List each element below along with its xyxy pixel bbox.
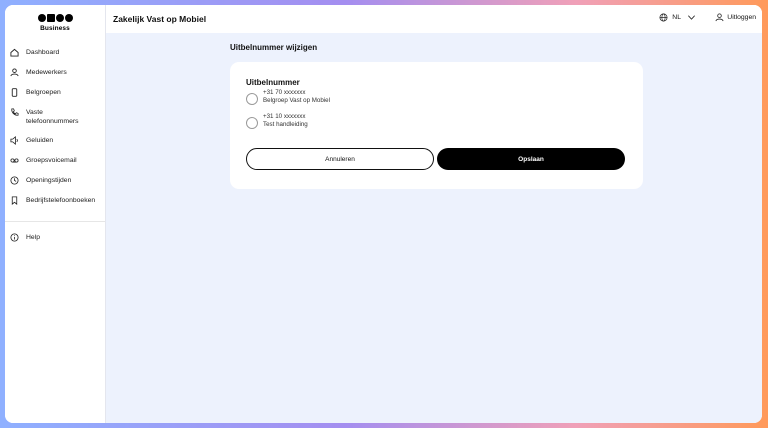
language-selector[interactable]: NL	[659, 13, 696, 22]
radio-button[interactable]	[246, 93, 258, 105]
card-title: Uitbelnummer	[246, 78, 300, 87]
sidebar-item-label: Medewerkers	[26, 69, 67, 76]
sidebar-item-groepsvoicemail[interactable]: Groepsvoicemail	[5, 155, 105, 175]
sidebar: Business Dashboard Medewerkers Belgroepe…	[5, 5, 106, 423]
sidebar-nav: Dashboard Medewerkers Belgroepen Vaste t…	[5, 47, 105, 252]
sidebar-item-help[interactable]: Help	[5, 232, 105, 252]
info-icon	[9, 232, 20, 243]
logo-subtitle: Business	[40, 25, 70, 32]
outbound-option-1[interactable]: +31 70 xxxxxxx Belgroep Vast op Mobiel	[246, 89, 330, 105]
sidebar-item-label: Groepsvoicemail	[26, 157, 77, 164]
app-window: Business Dashboard Medewerkers Belgroepe…	[5, 5, 762, 423]
clock-icon	[9, 175, 20, 186]
outbound-number-card: Uitbelnummer +31 70 xxxxxxx Belgroep Vas…	[230, 62, 643, 189]
sidebar-item-label: Dashboard	[26, 49, 60, 56]
save-button[interactable]: Opslaan	[437, 148, 625, 170]
bookmark-icon	[9, 195, 20, 206]
phone-device-icon	[9, 87, 20, 98]
main-content: Uitbelnummer wijzigen Uitbelnummer +31 7…	[106, 33, 762, 423]
page-title: Uitbelnummer wijzigen	[230, 43, 318, 52]
logo: Business	[35, 13, 75, 32]
globe-icon	[659, 13, 668, 22]
app-title: Zakelijk Vast op Mobiel	[113, 14, 207, 24]
logout-user-icon	[715, 13, 727, 22]
home-icon	[9, 47, 20, 58]
sidebar-item-medewerkers[interactable]: Medewerkers	[5, 67, 105, 87]
option-number: +31 70 xxxxxxx	[263, 89, 306, 96]
sidebar-item-vaste-telefoonnummers[interactable]: Vaste telefoonnummers	[5, 107, 105, 135]
sidebar-item-dashboard[interactable]: Dashboard	[5, 47, 105, 67]
sidebar-item-label: Vaste telefoonnummers	[26, 109, 79, 125]
sidebar-item-belgroepen[interactable]: Belgroepen	[5, 87, 105, 107]
odido-logo-mark	[35, 14, 75, 23]
user-icon	[9, 67, 20, 78]
sidebar-item-label: Help	[26, 234, 40, 241]
radio-button[interactable]	[246, 117, 258, 129]
sidebar-item-label: Belgroepen	[26, 89, 61, 96]
speaker-icon	[9, 135, 20, 146]
sidebar-item-geluiden[interactable]: Geluiden	[5, 135, 105, 155]
sidebar-item-openingstijden[interactable]: Openingstijden	[5, 175, 105, 195]
language-code: NL	[672, 14, 681, 21]
logout-label: Uitloggen	[727, 14, 756, 21]
sidebar-item-label: Geluiden	[26, 137, 54, 144]
cancel-button[interactable]: Annuleren	[246, 148, 434, 170]
phone-icon	[9, 107, 20, 118]
chevron-down-icon	[687, 13, 696, 22]
sidebar-item-bedrijfstelefoonboeken[interactable]: Bedrijfstelefoonboeken	[5, 195, 105, 215]
top-bar: Zakelijk Vast op Mobiel NL Uitloggen	[106, 5, 762, 33]
logout-button[interactable]: Uitloggen	[715, 13, 756, 22]
sidebar-divider	[5, 221, 105, 222]
option-description: Test handleiding	[263, 121, 308, 128]
voicemail-icon	[9, 155, 20, 166]
option-number: +31 10 xxxxxxx	[263, 113, 306, 120]
outbound-option-2[interactable]: +31 10 xxxxxxx Test handleiding	[246, 113, 308, 129]
sidebar-item-label: Bedrijfstelefoonboeken	[26, 197, 96, 204]
sidebar-item-label: Openingstijden	[26, 177, 72, 184]
option-description: Belgroep Vast op Mobiel	[263, 97, 330, 104]
